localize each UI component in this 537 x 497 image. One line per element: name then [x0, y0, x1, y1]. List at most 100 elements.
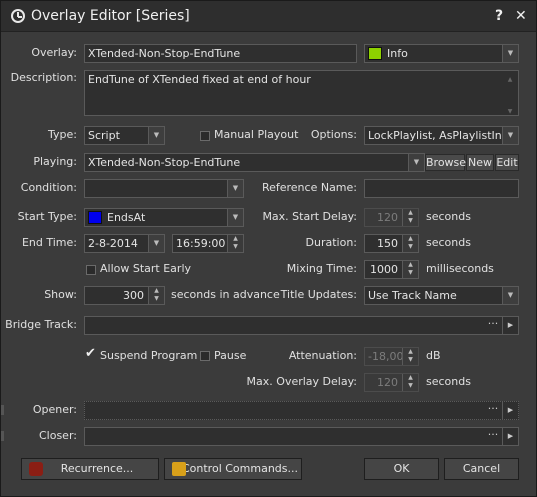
left-edge-marker [1, 431, 4, 441]
attenuation-unit: dB [426, 349, 441, 362]
color-swatch [368, 47, 382, 60]
opener-input[interactable]: ··· ▶ [84, 401, 519, 420]
show-label: Show: [44, 288, 77, 301]
overlay-editor-window: Overlay Editor [Series] ? ✕ Overlay: XTe… [0, 0, 537, 497]
pause-checkbox[interactable] [200, 351, 210, 361]
overlay-color-dropdown[interactable]: Info ▼ [364, 44, 519, 63]
max-start-delay-value: 120 [377, 211, 398, 224]
description-text: EndTune of XTended fixed at end of hour [88, 73, 311, 86]
description-scrollbar[interactable]: ▲ ▼ [503, 72, 517, 115]
duration-spinner[interactable]: ▲ ▼ [402, 235, 418, 252]
end-time-label: End Time: [21, 236, 77, 249]
closer-input[interactable]: ··· ▶ [84, 427, 519, 446]
recurrence-button-label: Recurrence... [60, 462, 134, 475]
reference-name-input[interactable] [364, 179, 519, 198]
end-time-spinner[interactable]: ▲ ▼ [227, 235, 243, 252]
control-commands-button[interactable]: Control Commands... [164, 458, 302, 480]
allow-start-early-label: Allow Start Early [100, 262, 192, 275]
mixing-time-label: Mixing Time: [286, 262, 357, 275]
max-overlay-delay-input: 120 ▲ ▼ [364, 373, 419, 392]
chevron-down-icon: ▼ [227, 180, 243, 197]
edit-button[interactable]: Edit [495, 154, 519, 171]
overlay-label: Overlay: [31, 46, 77, 59]
overlay-name-input[interactable]: XTended-Non-Stop-EndTune [84, 44, 357, 63]
ellipsis-icon[interactable]: ··· [485, 428, 501, 445]
start-type-dropdown[interactable]: EndsAt ▼ [84, 208, 244, 227]
type-label: Type: [48, 128, 77, 141]
end-date-picker[interactable]: 2-8-2014 ▼ [84, 234, 165, 253]
chevron-down-icon: ▼ [502, 127, 518, 144]
playing-dropdown[interactable]: XTended-Non-Stop-EndTune ▼ [84, 153, 425, 172]
closer-label: Closer: [38, 429, 77, 442]
allow-start-early-checkbox[interactable] [86, 265, 96, 275]
max-overlay-delay-label: Max. Overlay Delay: [246, 375, 357, 388]
reference-name-label: Reference Name: [261, 181, 357, 194]
mixing-time-input[interactable]: 1000 ▲ ▼ [364, 260, 419, 279]
options-value: LockPlaylist, AsPlaylistIn... [368, 129, 513, 142]
scroll-up-icon[interactable]: ▲ [503, 72, 517, 88]
max-start-delay-input: 120 ▲ ▼ [364, 208, 419, 227]
close-button[interactable]: ✕ [515, 8, 527, 24]
condition-dropdown[interactable]: ▼ [84, 179, 244, 198]
browse-button[interactable]: Browse [425, 154, 466, 171]
control-commands-button-label: Control Commands... [181, 462, 298, 475]
recurrence-button[interactable]: Recurrence... [21, 458, 159, 480]
new-button[interactable]: New [466, 154, 494, 171]
show-spinner[interactable]: ▲ ▼ [148, 287, 164, 304]
left-edge-marker [1, 405, 4, 415]
start-type-label: Start Type: [17, 210, 77, 223]
play-arrow-icon[interactable]: ▶ [502, 317, 518, 334]
title-bar: Overlay Editor [Series] ? ✕ [1, 1, 536, 32]
attenuation-value: -18,00 [368, 350, 404, 363]
max-start-delay-spinner: ▲ ▼ [402, 209, 418, 226]
mixing-time-spinner[interactable]: ▲ ▼ [402, 261, 418, 278]
chevron-down-icon: ▼ [408, 154, 424, 171]
end-time-value: 16:59:00 [176, 237, 226, 250]
duration-label: Duration: [305, 236, 357, 249]
mixing-time-value: 1000 [370, 263, 398, 276]
start-type-value: EndsAt [107, 211, 146, 224]
attenuation-label: Attenuation: [288, 349, 357, 362]
manual-playout-label: Manual Playout [214, 128, 299, 141]
bridge-track-label: Bridge Track: [5, 318, 77, 331]
title-updates-value: Use Track Name [368, 289, 457, 302]
ok-button[interactable]: OK [364, 458, 439, 480]
max-start-delay-unit: seconds [426, 210, 471, 223]
title-updates-label: Title Updates: [280, 288, 357, 301]
playing-value: XTended-Non-Stop-EndTune [88, 156, 241, 169]
attenuation-input: -18,00 ▲ ▼ [364, 347, 419, 366]
type-dropdown[interactable]: Script ▼ [84, 126, 165, 145]
duration-input[interactable]: 150 ▲ ▼ [364, 234, 419, 253]
playing-label: Playing: [33, 155, 77, 168]
manual-playout-checkbox[interactable] [200, 131, 210, 141]
type-value: Script [88, 129, 120, 142]
max-start-delay-label: Max. Start Delay: [262, 210, 357, 223]
calendar-dropdown-icon: ▼ [148, 235, 164, 252]
overlay-color-name: Info [387, 47, 408, 60]
title-updates-dropdown[interactable]: Use Track Name ▼ [364, 286, 519, 305]
bridge-track-input[interactable]: ··· ▶ [84, 316, 519, 335]
play-arrow-icon[interactable]: ▶ [502, 428, 518, 445]
duration-unit: seconds [426, 236, 471, 249]
max-overlay-delay-spinner: ▲ ▼ [402, 374, 418, 391]
show-value: 300 [123, 289, 144, 302]
chevron-down-icon: ▼ [148, 127, 164, 144]
suspend-program-checkbox[interactable]: ✔ [85, 347, 96, 360]
show-input[interactable]: 300 ▲ ▼ [84, 286, 165, 305]
cancel-button[interactable]: Cancel [444, 458, 519, 480]
description-textarea[interactable]: EndTune of XTended fixed at end of hour … [84, 70, 519, 116]
attenuation-spinner: ▲ ▼ [402, 348, 418, 365]
control-commands-icon [172, 462, 186, 476]
options-dropdown[interactable]: LockPlaylist, AsPlaylistIn... ▼ [364, 126, 519, 145]
play-arrow-icon[interactable]: ▶ [502, 402, 518, 419]
help-button[interactable]: ? [495, 8, 503, 24]
ellipsis-icon[interactable]: ··· [485, 317, 501, 334]
clock-icon [11, 9, 25, 23]
max-overlay-delay-value: 120 [377, 376, 398, 389]
pause-label: Pause [214, 349, 247, 362]
scroll-down-icon[interactable]: ▼ [503, 104, 517, 115]
start-type-color-swatch [88, 211, 102, 224]
chevron-down-icon: ▼ [502, 45, 518, 62]
ellipsis-icon[interactable]: ··· [485, 402, 501, 419]
end-time-input[interactable]: 16:59:00 ▲ ▼ [172, 234, 244, 253]
